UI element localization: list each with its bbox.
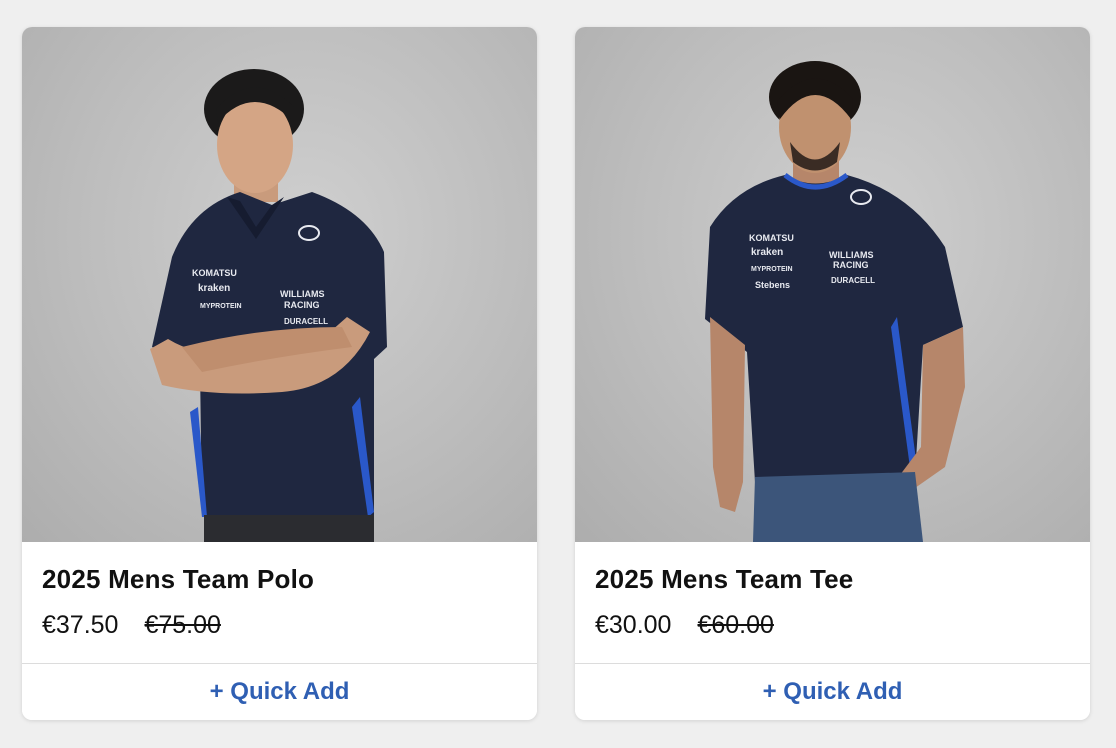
product-card-tee[interactable]: KOMATSU kraken MYPROTEIN Stebens WILLIAM…	[575, 27, 1090, 720]
svg-text:WILLIAMS: WILLIAMS	[829, 250, 874, 260]
original-price: €75.00	[144, 611, 221, 639]
product-image[interactable]: KOMATSU kraken MYPROTEIN Stebens WILLIAM…	[575, 27, 1090, 542]
svg-text:kraken: kraken	[198, 283, 230, 294]
price-row: €30.00 €60.00	[595, 611, 1070, 640]
svg-text:kraken: kraken	[751, 247, 783, 258]
polo-model-illustration: KOMATSU kraken MYPROTEIN WILLIAMS RACING…	[150, 69, 387, 542]
sale-price: €37.50	[42, 611, 119, 639]
product-info: 2025 Mens Team Polo €37.50 €75.00 + Quic…	[22, 542, 537, 720]
tee-model-illustration: KOMATSU kraken MYPROTEIN Stebens WILLIAM…	[705, 61, 965, 542]
svg-text:RACING: RACING	[284, 300, 320, 310]
svg-text:KOMATSU: KOMATSU	[749, 233, 794, 243]
svg-text:DURACELL: DURACELL	[284, 317, 328, 326]
product-grid: KOMATSU kraken MYPROTEIN WILLIAMS RACING…	[22, 27, 1090, 720]
svg-text:MYPROTEIN: MYPROTEIN	[751, 266, 793, 273]
original-price: €60.00	[697, 611, 774, 639]
svg-text:RACING: RACING	[833, 260, 869, 270]
svg-text:Stebens: Stebens	[755, 280, 790, 290]
product-card-polo[interactable]: KOMATSU kraken MYPROTEIN WILLIAMS RACING…	[22, 27, 537, 720]
quick-add-button[interactable]: + Quick Add	[575, 664, 1090, 720]
svg-text:KOMATSU: KOMATSU	[192, 268, 237, 278]
product-info: 2025 Mens Team Tee €30.00 €60.00 + Quick…	[575, 542, 1090, 720]
svg-text:WILLIAMS: WILLIAMS	[280, 289, 325, 299]
product-image[interactable]: KOMATSU kraken MYPROTEIN WILLIAMS RACING…	[22, 27, 537, 542]
svg-text:DURACELL: DURACELL	[831, 276, 875, 285]
price-row: €37.50 €75.00	[42, 611, 517, 640]
sale-price: €30.00	[595, 611, 672, 639]
product-title[interactable]: 2025 Mens Team Tee	[595, 564, 1070, 595]
svg-text:MYPROTEIN: MYPROTEIN	[200, 303, 242, 310]
product-title[interactable]: 2025 Mens Team Polo	[42, 564, 517, 595]
quick-add-button[interactable]: + Quick Add	[22, 664, 537, 720]
